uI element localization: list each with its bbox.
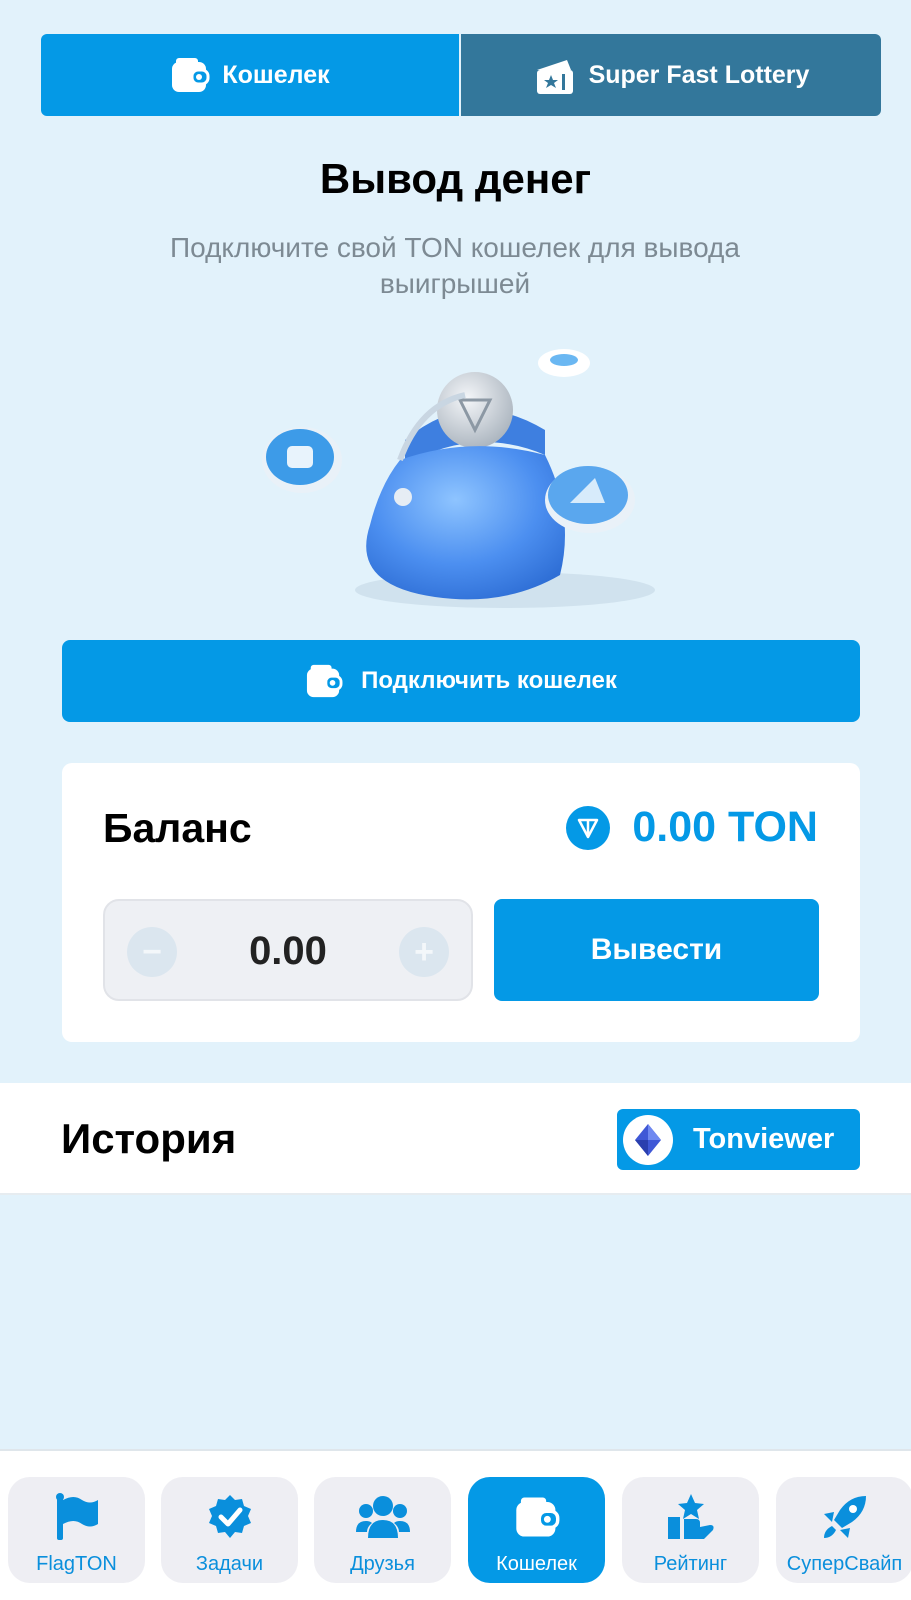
balance-card: Баланс 0.00 TON − 0.00 + Вывести (62, 763, 860, 1042)
tonviewer-label: Tonviewer (693, 1123, 835, 1155)
wallet-illustration (262, 349, 655, 608)
increment-button[interactable]: + (399, 927, 449, 977)
tab-wallet[interactable]: Кошелек (41, 34, 459, 116)
balance-value: 0.00 TON (632, 803, 818, 851)
rating-icon (666, 1491, 716, 1543)
wallet-icon (172, 58, 210, 92)
tab-wallet-label: Кошелек (222, 60, 330, 89)
nav-item-wallet[interactable]: Кошелек (468, 1477, 605, 1583)
withdraw-button[interactable]: Вывести (494, 899, 819, 1001)
nav-item-flagton[interactable]: FlagTON (8, 1477, 145, 1583)
bottom-nav: FlagTON Задачи Друзья Кошелек Рейтинг Су… (0, 1449, 911, 1600)
nav-label-wallet: Кошелек (496, 1553, 577, 1575)
nav-label-flagton: FlagTON (36, 1553, 117, 1575)
withdraw-amount-stepper[interactable]: − 0.00 + (103, 899, 473, 1001)
history-bar: История Tonviewer (0, 1083, 911, 1195)
tonviewer-button[interactable]: Tonviewer (617, 1109, 860, 1170)
nav-item-friends[interactable]: Друзья (314, 1477, 451, 1583)
friends-icon (355, 1491, 410, 1543)
nav-label-superswipe: СуперСвайп (786, 1553, 903, 1575)
ton-icon (566, 805, 611, 850)
rocket-icon (820, 1491, 870, 1543)
page-title: Вывод денег (319, 155, 592, 202)
wallet-icon (307, 664, 343, 698)
lottery-ticket-icon (536, 60, 573, 94)
balance-label: Баланс (103, 805, 252, 851)
nav-item-superswipe[interactable]: СуперСвайп (776, 1477, 911, 1583)
history-label: История (61, 1115, 237, 1162)
nav-label-friends: Друзья (350, 1553, 415, 1575)
connect-wallet-button[interactable]: Подключить кошелек (62, 640, 860, 722)
tab-lottery-label: Super Fast Lottery (588, 60, 810, 89)
page-subtitle: Подключите свой TON кошелек для вывода в… (170, 232, 740, 299)
top-tabs: Кошелек Super Fast Lottery (41, 34, 881, 116)
nav-label-tasks: Задачи (195, 1553, 264, 1575)
tonviewer-diamond-icon (623, 1114, 673, 1165)
connect-wallet-label: Подключить кошелек (361, 667, 617, 694)
nav-item-rating[interactable]: Рейтинг (622, 1477, 759, 1583)
nav-item-tasks[interactable]: Задачи (161, 1477, 298, 1583)
nav-label-rating: Рейтинг (653, 1553, 728, 1575)
flag-icon (54, 1491, 100, 1543)
check-badge-icon (206, 1491, 254, 1543)
wallet-icon (514, 1491, 560, 1543)
tab-super-fast-lottery[interactable]: Super Fast Lottery (461, 34, 881, 116)
balance-amount: 0.00 TON (566, 803, 818, 852)
wallet-page: Кошелек Super Fast Lottery Вывод денег П… (0, 0, 911, 1600)
